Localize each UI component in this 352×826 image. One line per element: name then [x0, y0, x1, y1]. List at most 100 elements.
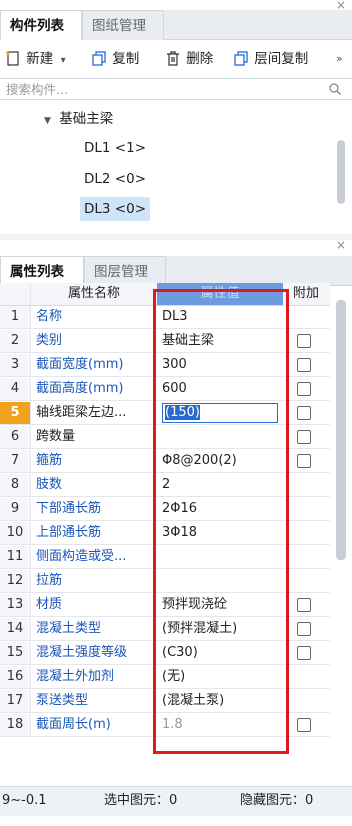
row-index: 2 — [0, 330, 31, 352]
row-index: 6 — [0, 426, 31, 448]
property-value[interactable]: 300 — [157, 354, 286, 376]
tree-group-foundation-main-beam[interactable]: ▼ 基础主梁 — [44, 107, 113, 131]
tree-item-dl2[interactable]: DL2 <0> — [80, 167, 150, 191]
extra-checkbox[interactable] — [297, 454, 311, 468]
property-name: 侧面构造或受... — [36, 549, 127, 564]
table-row[interactable]: 5 轴线距梁左边... (150) — [0, 402, 330, 425]
table-row[interactable]: 9 下部通长筋 2Φ16 — [0, 498, 330, 521]
close-icon[interactable]: × — [336, 238, 346, 252]
row-index: 3 — [0, 354, 31, 376]
property-name: 截面宽度(mm) — [36, 357, 124, 372]
extra-checkbox[interactable] — [297, 430, 311, 444]
search-icon[interactable] — [328, 82, 342, 96]
floor-copy-button[interactable]: 层间复制 — [232, 48, 308, 70]
table-row[interactable]: 18 截面周长(m) 1.8 — [0, 714, 330, 737]
property-name: 名称 — [36, 309, 63, 324]
tab-property-list[interactable]: 属性列表 — [0, 256, 84, 286]
delete-button[interactable]: 删除 — [164, 48, 213, 70]
table-row[interactable]: 8 肢数 2 — [0, 474, 330, 497]
row-index: 9 — [0, 498, 31, 520]
table-row[interactable]: 4 截面高度(mm) 600 — [0, 378, 330, 401]
extra-cell — [284, 690, 328, 712]
table-row[interactable]: 13 材质 预拌现浇砼 — [0, 594, 330, 617]
extra-cell — [284, 330, 328, 352]
status-hidden-count: 隐藏图元：0 — [240, 793, 314, 808]
tab-component-list[interactable]: 构件列表 — [0, 10, 82, 40]
table-row[interactable]: 16 混凝土外加剂 (无) — [0, 666, 330, 689]
property-value[interactable] — [157, 426, 286, 448]
copy-button[interactable]: 复制 — [90, 48, 139, 70]
row-index: 12 — [0, 570, 31, 592]
property-value[interactable]: 2Φ16 — [157, 498, 286, 520]
property-value[interactable]: (混凝土泵) — [157, 690, 286, 712]
extra-cell — [284, 522, 328, 544]
expand-arrow-icon[interactable]: ▼ — [44, 116, 51, 126]
extra-cell — [284, 498, 328, 520]
table-row[interactable]: 12 拉筋 — [0, 570, 330, 593]
table-row[interactable]: 17 泵送类型 (混凝土泵) — [0, 690, 330, 713]
table-row[interactable]: 11 侧面构造或受... — [0, 546, 330, 569]
extra-checkbox[interactable] — [297, 718, 311, 732]
property-name: 泵送类型 — [36, 693, 89, 708]
property-value[interactable]: (预拌混凝土) — [157, 618, 286, 640]
property-value[interactable] — [157, 546, 286, 568]
tab-drawing-management[interactable]: 图纸管理 — [82, 10, 164, 40]
tree-item-dl1[interactable]: DL1 <1> — [80, 136, 150, 160]
property-value[interactable]: (C30) — [157, 642, 286, 664]
property-value[interactable]: 1.8 — [157, 714, 286, 736]
property-value[interactable]: DL3 — [157, 306, 286, 328]
table-row[interactable]: 14 混凝土类型 (预拌混凝土) — [0, 618, 330, 641]
property-value[interactable]: 基础主梁 — [157, 330, 286, 352]
table-row[interactable]: 3 截面宽度(mm) 300 — [0, 354, 330, 377]
extra-cell — [284, 546, 328, 568]
component-list-panel: × 构件列表 图纸管理 新建 ▾ 复制 删除 层间复制 » 搜索构件... ▼ … — [0, 0, 352, 234]
table-row[interactable]: 2 类别 基础主梁 — [0, 330, 330, 353]
extra-checkbox[interactable] — [297, 598, 311, 612]
row-index: 18 — [0, 714, 31, 736]
extra-cell — [284, 378, 328, 400]
property-value[interactable]: (无) — [157, 666, 286, 688]
property-value[interactable]: 600 — [157, 378, 286, 400]
property-value[interactable]: 2 — [157, 474, 286, 496]
table-row[interactable]: 6 跨数量 — [0, 426, 330, 449]
property-name: 混凝土外加剂 — [36, 669, 115, 684]
extra-checkbox[interactable] — [297, 622, 311, 636]
property-value[interactable]: 预拌现浇砼 — [157, 594, 286, 616]
tree-scrollbar[interactable] — [337, 140, 345, 204]
property-value-input[interactable]: (150) — [165, 405, 200, 420]
extra-checkbox[interactable] — [297, 334, 311, 348]
property-scrollbar[interactable] — [336, 300, 346, 560]
extra-cell — [284, 618, 328, 640]
row-index: 7 — [0, 450, 31, 472]
extra-checkbox[interactable] — [297, 646, 311, 660]
extra-cell — [284, 426, 328, 448]
table-row[interactable]: 10 上部通长筋 3Φ18 — [0, 522, 330, 545]
property-name: 类别 — [36, 333, 63, 348]
property-value[interactable]: Φ8@200(2) — [157, 450, 286, 472]
tab-layer-management[interactable]: 图层管理 — [84, 256, 166, 286]
row-index: 5 — [0, 402, 31, 424]
property-value[interactable]: 3Φ18 — [157, 522, 286, 544]
row-index: 16 — [0, 666, 31, 688]
table-row[interactable]: 7 箍筋 Φ8@200(2) — [0, 450, 330, 473]
extra-checkbox[interactable] — [297, 382, 311, 396]
property-value[interactable]: (150) — [157, 402, 286, 424]
extra-checkbox[interactable] — [297, 406, 311, 420]
floor-copy-icon — [234, 51, 248, 66]
row-index: 8 — [0, 474, 31, 496]
extra-checkbox[interactable] — [297, 358, 311, 372]
tree-item-dl3[interactable]: DL3 <0> — [80, 197, 151, 221]
table-row[interactable]: 15 混凝土强度等级 (C30) — [0, 642, 330, 665]
new-button[interactable]: 新建 ▾ — [4, 48, 66, 70]
status-coordinate: 9~-0.1 — [2, 793, 47, 808]
table-row[interactable]: 1 名称 DL3 — [0, 306, 330, 329]
chevron-down-icon[interactable]: ▾ — [61, 55, 66, 66]
property-name: 混凝土强度等级 — [36, 645, 128, 660]
property-value[interactable] — [157, 570, 286, 592]
more-icon[interactable]: » — [336, 48, 343, 70]
property-name: 下部通长筋 — [36, 501, 102, 516]
extra-cell — [284, 666, 328, 688]
header-property-value: 属性值 — [157, 283, 283, 305]
row-index: 4 — [0, 378, 31, 400]
search-input[interactable] — [0, 79, 322, 99]
